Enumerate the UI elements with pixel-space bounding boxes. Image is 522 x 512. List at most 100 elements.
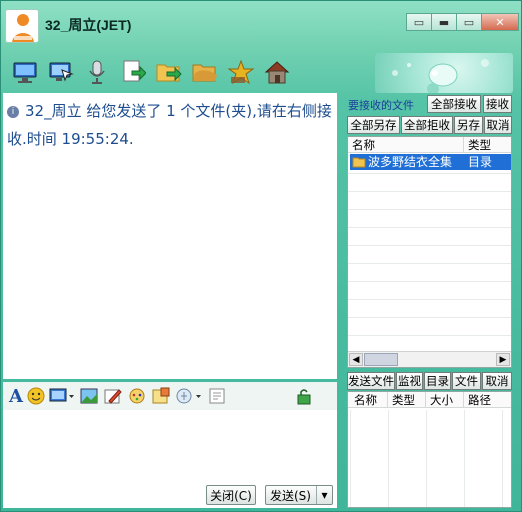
image-button[interactable]	[79, 386, 99, 406]
font-icon: A	[9, 385, 23, 407]
send-folder-button[interactable]	[153, 57, 184, 87]
lock-icon	[297, 389, 311, 405]
receive-file-list[interactable]: 名称 类型 波多野结衣全集 目录 ◀ ▶	[347, 136, 512, 368]
accept-label: 接收	[486, 97, 509, 111]
window-title: 32_周立(JET)	[45, 17, 132, 33]
remote-assist-icon	[49, 62, 74, 82]
scroll-thumb[interactable]	[364, 353, 398, 366]
voice-message-button[interactable]	[175, 386, 203, 406]
emoji-button[interactable]	[27, 386, 45, 406]
send-file-label: 发送文件	[348, 374, 394, 388]
save-all-as-button[interactable]: 全部另存	[347, 116, 400, 134]
save-as-label: 另存	[457, 118, 480, 132]
send-file-list[interactable]: 名称 类型 大小 路径	[347, 391, 512, 508]
send-file-button-panel[interactable]: 发送文件	[347, 372, 395, 390]
receive-files-label: 要接收的文件	[348, 99, 414, 112]
chevron-down-icon: ▾	[321, 488, 328, 502]
column-header-type[interactable]: 类型	[464, 137, 511, 153]
column-header-type[interactable]: 类型	[388, 392, 426, 408]
remote-assist-button[interactable]	[45, 57, 76, 87]
title-bar[interactable]: 32_周立(JET) ▭ ▬ ▭ ✕	[1, 1, 521, 51]
close-button-label: 关闭(C)	[210, 488, 252, 503]
shake-icon	[129, 388, 145, 404]
save-as-button[interactable]: 另存	[454, 116, 483, 134]
avatar[interactable]	[5, 9, 39, 43]
close-button[interactable]: 关闭(C)	[206, 485, 256, 505]
file-button[interactable]: 文件	[452, 372, 481, 390]
star-icon	[226, 59, 255, 85]
maximize-button[interactable]: ▭	[456, 13, 482, 31]
column-header-name[interactable]: 名称	[348, 392, 388, 408]
file-name: 波多野结衣全集	[368, 155, 453, 169]
file-label: 文件	[455, 374, 478, 388]
voice-message-icon	[176, 388, 201, 404]
send-file-icon	[123, 60, 146, 82]
column-header-path[interactable]: 路径	[464, 392, 511, 408]
send-button[interactable]: 发送(S) ▾	[265, 485, 333, 505]
shared-folder-icon	[192, 64, 217, 82]
chat-history[interactable]: i 32_周立 给您发送了 1 个文件(夹),请在右侧接收.时间 19:55:24…	[3, 93, 337, 379]
accept-button[interactable]: 接收	[483, 95, 512, 113]
shake-button[interactable]	[127, 386, 147, 406]
voice-button[interactable]	[81, 57, 112, 87]
handwrite-button[interactable]	[103, 386, 123, 406]
folder-icon	[352, 157, 366, 168]
save-all-as-label: 全部另存	[350, 118, 397, 132]
remote-desktop-button[interactable]	[9, 57, 40, 87]
send-folder-icon	[156, 64, 182, 82]
directory-label: 目录	[426, 374, 449, 388]
window-menu-button[interactable]: ▭	[406, 13, 432, 31]
chat-window: 32_周立(JET) ▭ ▬ ▭ ✕ i 32_周立 给您发送了 1 个文件(夹…	[0, 0, 522, 512]
remote-desktop-icon	[13, 62, 36, 83]
send-file-button[interactable]	[117, 57, 148, 87]
accept-all-button[interactable]: 全部接收	[427, 95, 481, 113]
minimize-button[interactable]: ▬	[431, 13, 457, 31]
accept-all-label: 全部接收	[431, 97, 477, 111]
cancel-send-button[interactable]: 取消	[482, 372, 512, 390]
format-toolbar: A	[3, 382, 337, 410]
message-text: 32_周立 给您发送了 1 个文件(夹),请在右侧接收.时间 19:55:24.	[7, 102, 332, 148]
system-message: i 32_周立 给您发送了 1 个文件(夹),请在右侧接收.时间 19:55:24…	[3, 93, 337, 157]
sticky-note-button[interactable]	[151, 386, 171, 406]
monitor-label: 监视	[398, 374, 421, 388]
cancel-send-label: 取消	[485, 374, 509, 388]
microphone-icon	[88, 60, 105, 84]
reject-all-button[interactable]: 全部拒收	[401, 116, 453, 134]
close-window-button[interactable]: ✕	[481, 13, 519, 31]
minimize-icon: ▬	[438, 15, 450, 29]
scroll-right-icon[interactable]: ▶	[496, 353, 510, 366]
favorites-button[interactable]	[225, 57, 256, 87]
user-avatar-icon	[12, 14, 34, 42]
file-type: 目录	[468, 155, 493, 169]
shared-folder-button[interactable]	[189, 57, 220, 87]
screenshot-button[interactable]	[49, 386, 75, 406]
cancel-receive-button[interactable]: 取消	[484, 116, 512, 134]
font-button[interactable]: A	[9, 385, 23, 407]
scroll-left-icon[interactable]: ◀	[349, 353, 363, 366]
dropdown-icon: ▭	[413, 15, 425, 29]
history-button[interactable]	[207, 386, 227, 406]
close-icon: ✕	[495, 15, 505, 29]
history-icon	[209, 388, 225, 404]
column-header-size[interactable]: 大小	[426, 392, 464, 408]
send-button-label: 发送(S)	[270, 488, 311, 503]
decorative-banner	[375, 53, 513, 93]
send-options-dropdown[interactable]: ▾	[316, 486, 332, 504]
horizontal-scrollbar[interactable]: ◀ ▶	[348, 351, 511, 367]
reject-all-label: 全部拒收	[404, 118, 450, 132]
image-icon	[80, 388, 98, 404]
list-item[interactable]: 波多野结衣全集 目录	[350, 154, 511, 170]
pencil-icon	[104, 389, 122, 404]
sticky-note-icon	[152, 387, 170, 404]
cancel-receive-label: 取消	[486, 118, 510, 132]
column-header-name[interactable]: 名称	[348, 137, 464, 153]
list-grid	[348, 155, 511, 367]
screenshot-icon	[49, 388, 74, 402]
maximize-icon: ▭	[463, 15, 475, 29]
monitor-button[interactable]: 监视	[396, 372, 423, 390]
lock-button[interactable]	[295, 386, 313, 406]
directory-button[interactable]: 目录	[424, 372, 451, 390]
list-grid	[348, 410, 511, 507]
bubbles-decoration-icon	[392, 59, 489, 93]
home-button[interactable]	[261, 57, 292, 87]
